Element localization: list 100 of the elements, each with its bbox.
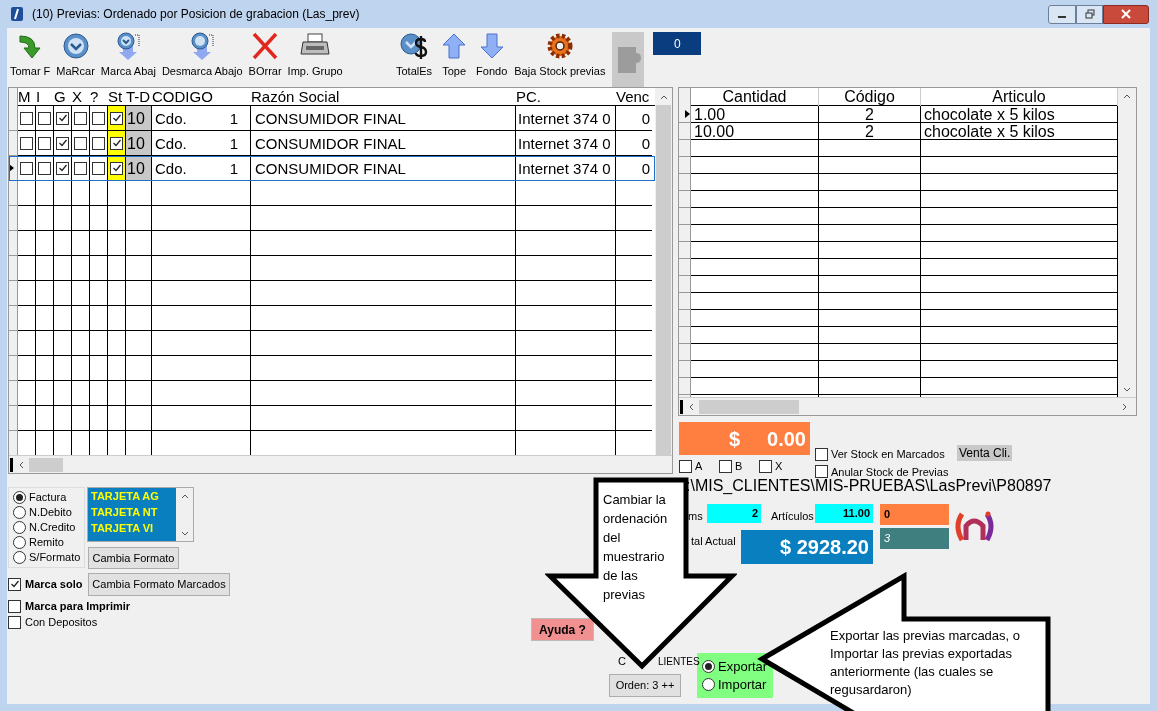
checkbox[interactable]	[20, 111, 33, 125]
scrollbar[interactable]	[9, 455, 672, 473]
column-header[interactable]: CODIGO	[152, 88, 251, 106]
column-header[interactable]: X	[72, 88, 90, 106]
radio-button[interactable]	[702, 678, 715, 691]
toolbar-button[interactable]: Desmarca Abajo	[161, 32, 243, 78]
column-header[interactable]: I	[36, 88, 54, 106]
checkbox[interactable]	[38, 111, 51, 125]
toolbar-button[interactable]: MaRcar	[56, 32, 95, 78]
checkbox[interactable]	[92, 111, 105, 125]
column-header[interactable]: PC.	[516, 88, 616, 106]
column-header[interactable]: M	[18, 88, 36, 106]
checkbox[interactable]	[92, 161, 105, 175]
list-item[interactable]: TARJETA AG	[88, 488, 176, 504]
checkbox[interactable]	[38, 136, 51, 150]
empty-cell	[54, 406, 72, 431]
row-header[interactable]	[9, 156, 18, 181]
empty-cell	[108, 306, 126, 331]
toolbar-button[interactable]: BOrrar	[248, 32, 282, 78]
toolbar-button[interactable]: Tomar F	[10, 32, 51, 78]
table-cell: Internet 374 0	[516, 156, 616, 181]
empty-cell	[18, 356, 36, 381]
empty-cell	[108, 281, 126, 306]
scrollbar-thumb[interactable]	[699, 399, 799, 414]
checkbox[interactable]	[38, 161, 51, 175]
empty-cell	[18, 306, 36, 331]
toolbar-button[interactable]: TotalEs	[396, 32, 433, 78]
column-header[interactable]: Venc	[616, 88, 652, 106]
column-header[interactable]: Código	[819, 88, 921, 106]
column-header[interactable]: Cantidad	[691, 88, 819, 106]
list-item[interactable]: TARJETA NT	[88, 504, 176, 520]
empty-cell	[54, 306, 72, 331]
checkbox[interactable]	[74, 161, 87, 175]
scrollbar-thumb[interactable]	[656, 105, 671, 455]
checkbox[interactable]	[110, 161, 123, 175]
scrollbar-thumb[interactable]	[29, 457, 63, 472]
scrollbar[interactable]	[1118, 88, 1136, 397]
checkbox-label: X	[775, 459, 783, 474]
checkbox[interactable]	[20, 161, 33, 175]
order-button[interactable]: Orden: 3 ++	[609, 674, 681, 697]
column-header[interactable]: ?	[90, 88, 108, 106]
scrollbar[interactable]	[176, 488, 193, 541]
close-icon	[1121, 9, 1131, 19]
empty-cell	[108, 256, 126, 281]
row-header[interactable]	[679, 106, 691, 123]
empty-cell	[36, 231, 54, 256]
currency-label: $	[729, 426, 741, 452]
empty-cell	[108, 331, 126, 356]
restore-button[interactable]	[1076, 4, 1103, 24]
radio-button[interactable]	[702, 660, 715, 673]
empty-cell	[72, 306, 90, 331]
file-path: :\MIS_CLIENTES\MIS-PRUEBAS\LasPrevi\P80897	[686, 476, 1052, 496]
radio-label: Exportar	[718, 659, 768, 674]
checkbox[interactable]	[74, 111, 87, 125]
empty-cell	[18, 231, 36, 256]
column-header[interactable]: G	[54, 88, 72, 106]
minimize-button[interactable]	[1048, 4, 1076, 24]
toolbar-button[interactable]: Fondo	[476, 32, 508, 78]
venta-cli-label: Venta Cli.	[957, 445, 1013, 461]
table-cell: Cdo.	[152, 131, 212, 156]
empty-cell	[18, 281, 36, 306]
toolbar-button[interactable]: Imp. Grupo	[287, 32, 343, 78]
cambia-formato-marcados-button[interactable]: Cambia Formato Marcados	[88, 573, 230, 596]
checkbox[interactable]	[92, 136, 105, 150]
items-label: ms	[688, 509, 703, 524]
close-button[interactable]	[1103, 4, 1149, 24]
checkbox-label: B	[735, 459, 743, 474]
callout-text: Exportar las previas marcadas, o Importar las previas exportadas anteriormente (las cuales se regusardaron)	[830, 627, 1022, 699]
empty-cell	[108, 356, 126, 381]
cambia-formato-button[interactable]: Cambia Formato	[88, 547, 179, 569]
table-cell: Cdo.	[152, 106, 212, 131]
articulos-label: Artículos	[771, 509, 814, 524]
column-header[interactable]: St	[108, 88, 126, 106]
checkbox[interactable]	[110, 111, 123, 125]
empty-cell	[72, 406, 90, 431]
list-item[interactable]: TARJETA VI	[88, 520, 176, 536]
column-header[interactable]: Razón Social	[251, 88, 516, 106]
checkbox[interactable]	[20, 136, 33, 150]
help-button[interactable]: Ayuda ?	[531, 618, 594, 641]
checkbox[interactable]	[56, 136, 69, 150]
empty-cell	[36, 256, 54, 281]
checkbox[interactable]	[110, 136, 123, 150]
table-cell: 10	[126, 106, 152, 131]
card-listbox[interactable]: TARJETA AG TARJETA NT TARJETA VI	[87, 487, 194, 542]
empty-cell	[72, 206, 90, 231]
checkbox[interactable]	[56, 161, 69, 175]
table-cell: chocolate x 5 kilos	[921, 123, 1118, 140]
empty-cell	[54, 256, 72, 281]
minimize-icon	[1058, 16, 1066, 18]
toolbar-button[interactable]: Baja Stock previas	[514, 32, 606, 78]
radio-label: S/Formato	[29, 551, 81, 564]
checkbox[interactable]	[74, 136, 87, 150]
column-header[interactable]: T-D	[126, 88, 152, 106]
table-cell: chocolate x 5 kilos	[921, 106, 1118, 123]
checkbox[interactable]	[815, 465, 828, 479]
toolbar-button[interactable]: Marca Abaj	[100, 32, 156, 78]
checkbox[interactable]	[56, 111, 69, 125]
scrollbar[interactable]	[679, 397, 1136, 415]
table-cell: 10.00	[691, 123, 819, 140]
toolbar-button[interactable]: Tope	[439, 32, 470, 78]
